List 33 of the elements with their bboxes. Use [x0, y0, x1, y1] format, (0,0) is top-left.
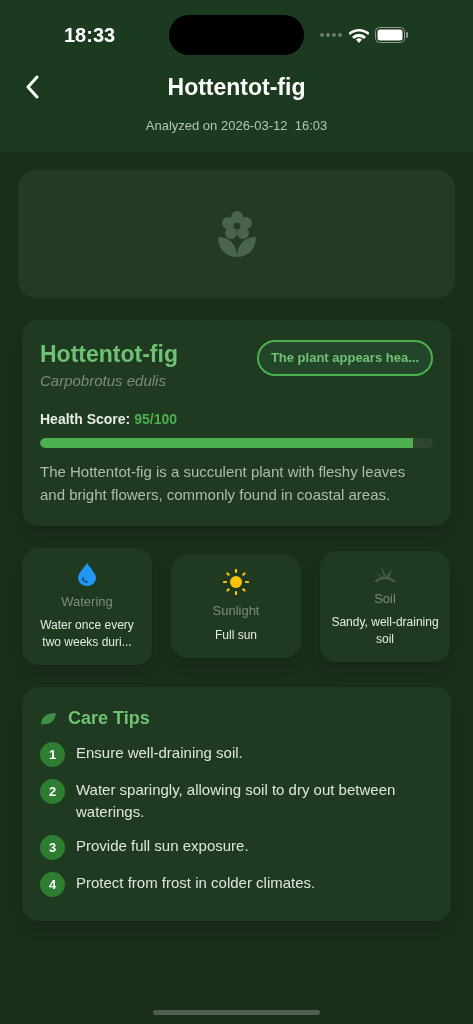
page-title: Hottentot-fig [167, 72, 306, 102]
health-value: 95/100 [134, 409, 178, 429]
health-badge: The plant appears hea... [256, 340, 433, 376]
care-tips-title: Care Tips [68, 707, 150, 730]
battery-icon [375, 27, 409, 43]
info-card-title: Sunlight [212, 602, 260, 620]
info-card-value: Full sun [215, 626, 257, 644]
care-tip-text: Provide full sun exposure. [76, 836, 249, 856]
care-tip-text: Water sparingly, allowing soil to dry out between waterings. [76, 780, 397, 822]
status-time: 18:33 [64, 23, 116, 48]
sun-icon [223, 569, 249, 595]
leaf-icon [40, 711, 56, 726]
step-number: 1 [40, 742, 65, 767]
info-card-title: Watering [61, 592, 113, 611]
step-number: 4 [40, 872, 65, 897]
water-drop-icon [77, 561, 97, 586]
grass-icon [373, 564, 397, 583]
wifi-icon [349, 27, 369, 43]
info-card-title: Soil [374, 589, 396, 608]
plant-description: The Hottentot-fig is a succulent plant with fleshy leaves and bright flowers, commonly found in coastal areas. [40, 461, 407, 505]
plant-name: Hottentot-fig [40, 340, 178, 368]
step-number: 3 [40, 835, 65, 860]
analysis-date: Analyzed on 2026-03-12 16:03 [144, 117, 329, 135]
step-number: 2 [40, 779, 65, 804]
scientific-name: Carpobrotus edulis [40, 371, 167, 391]
health-label: Health Score: [40, 409, 131, 429]
info-card-value: Water once every two weeks duri... [39, 617, 135, 651]
back-icon [25, 75, 39, 99]
flower-icon [216, 211, 257, 257]
care-tip-text: Ensure well-draining soil. [76, 743, 243, 763]
care-tip-text: Protect from frost in colder climates. [76, 873, 316, 893]
info-card-value: Sandy, well-draining soil [330, 614, 440, 648]
signal-icon [319, 32, 343, 38]
